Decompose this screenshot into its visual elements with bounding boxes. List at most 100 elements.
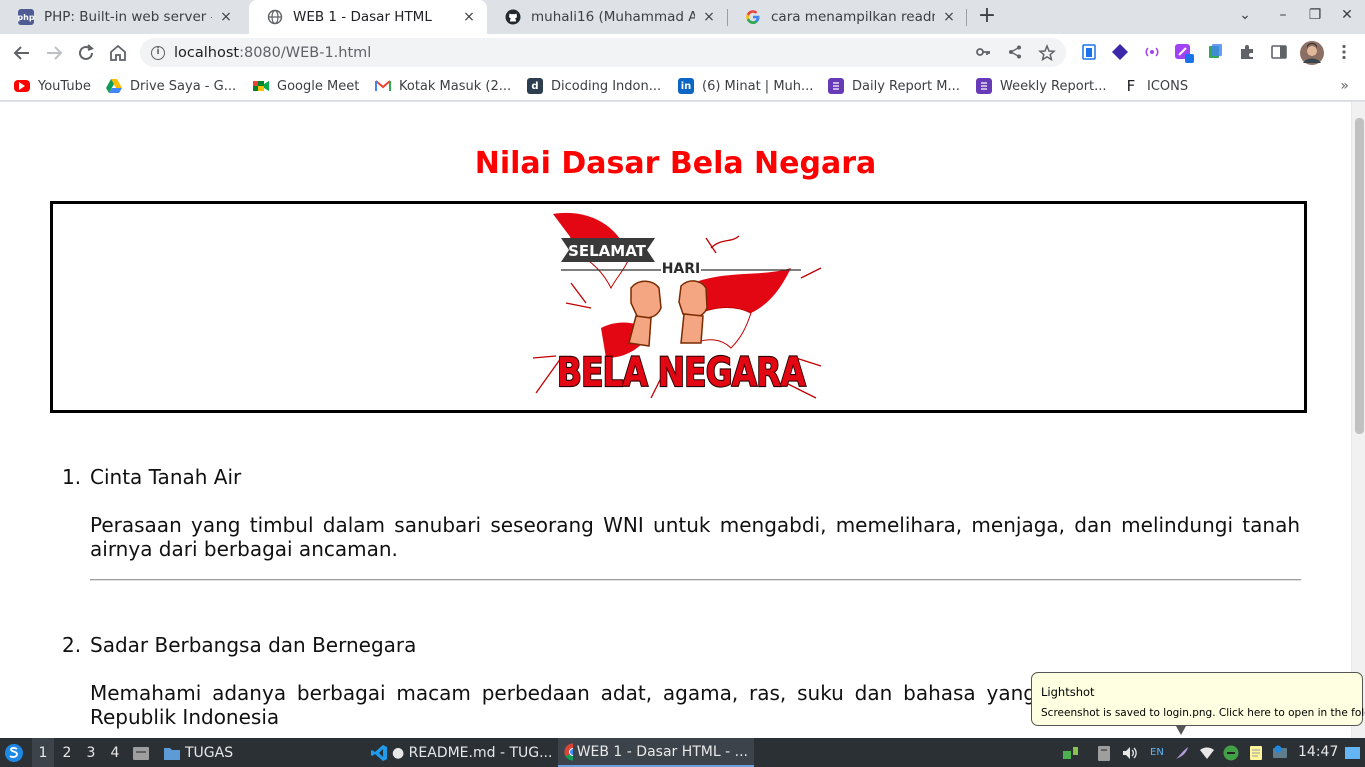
youtube-icon xyxy=(14,80,30,92)
bookmark-drive[interactable]: Drive Saya - G... xyxy=(106,77,236,95)
forward-icon[interactable] xyxy=(42,41,66,65)
side-panel-icon[interactable] xyxy=(1270,43,1288,61)
google-icon xyxy=(745,9,761,25)
chevron-right-icon[interactable]: » xyxy=(1340,78,1349,94)
key-icon[interactable] xyxy=(974,44,992,62)
close-icon[interactable]: × xyxy=(701,9,717,25)
extension-docs-icon[interactable] xyxy=(1080,43,1098,61)
file-manager-icon[interactable] xyxy=(132,738,150,767)
lightshot-notification[interactable]: Lightshot Screenshot is saved to login.p… xyxy=(1031,672,1365,726)
tab-title: muhali16 (Muhammad Ali R xyxy=(531,9,695,25)
taskbar: 1 2 3 4 TUGAS ● README.md - TUG... WEB 1… xyxy=(0,738,1365,767)
close-icon[interactable]: × xyxy=(941,9,957,25)
gmail-icon xyxy=(375,78,391,94)
bookmark-youtube[interactable]: YouTube xyxy=(14,77,91,95)
list-heading: Cinta Tanah Air xyxy=(90,465,242,489)
bookmarks-bar: YouTube Drive Saya - G... Google Meet Ko… xyxy=(0,71,1365,101)
tab-title: cara menampilkan readme xyxy=(771,9,935,25)
wifi-icon[interactable] xyxy=(1199,745,1215,761)
url-path: :8080/WEB-1.html xyxy=(239,44,372,61)
keyboard-layout-indicator[interactable]: EN xyxy=(1150,738,1164,767)
feather-icon[interactable] xyxy=(1174,745,1190,761)
drive-icon xyxy=(106,78,122,94)
bookmark-dicoding[interactable]: d Dicoding Indon... xyxy=(527,77,661,95)
forms-icon xyxy=(828,78,844,94)
show-desktop-icon[interactable] xyxy=(1344,745,1360,761)
workspace-3[interactable]: 3 xyxy=(80,738,102,767)
vscode-task[interactable]: ● README.md - TUG... xyxy=(364,738,558,767)
chrome-task[interactable]: WEB 1 - Dasar HTML - ... xyxy=(558,738,754,767)
bela-negara-banner-image: SELAMAT HARI BELA NEGARA xyxy=(532,212,822,399)
task-label: TUGAS xyxy=(185,744,234,761)
back-icon[interactable] xyxy=(10,41,34,65)
bookmark-daily-report[interactable]: Daily Report M... xyxy=(828,77,960,95)
tab-php[interactable]: php PHP: Built-in web server - M × xyxy=(0,0,244,34)
workspace-2[interactable]: 2 xyxy=(56,738,78,767)
window-close-icon[interactable]: ✕ xyxy=(1337,7,1357,23)
start-menu-icon[interactable] xyxy=(4,738,26,767)
banner-text-bela-negara: BELA NEGARA xyxy=(557,350,806,396)
banner-text-hari: HARI xyxy=(662,261,701,277)
github-icon xyxy=(505,9,521,25)
avatar[interactable] xyxy=(1300,41,1324,65)
bookmark-label: Daily Report M... xyxy=(852,78,960,94)
extension-diamond-icon[interactable] xyxy=(1111,43,1129,61)
notification-message[interactable]: Screenshot is saved to login.png. Click … xyxy=(1041,707,1365,719)
tab-google[interactable]: cara menampilkan readme × xyxy=(727,0,967,34)
page-viewport: Nilai Dasar Bela Negara SELAMAT HARI BEL… xyxy=(0,102,1351,738)
notes-icon[interactable] xyxy=(1248,745,1264,761)
clock[interactable]: 14:47 xyxy=(1298,738,1338,767)
extension-pen-icon[interactable] xyxy=(1174,43,1194,63)
restore-icon[interactable]: ❐ xyxy=(1305,7,1325,23)
address-bar[interactable]: i localhost:8080/WEB-1.html xyxy=(140,38,1066,67)
task-label: ● README.md - TUG... xyxy=(392,744,553,761)
tab-web1[interactable]: WEB 1 - Dasar HTML × xyxy=(249,0,487,34)
forms-icon xyxy=(976,78,992,94)
extension-copy-icon[interactable] xyxy=(1206,43,1224,61)
bookmark-label: YouTube xyxy=(38,78,91,94)
folder-tugas-task[interactable]: TUGAS xyxy=(163,738,233,767)
menu-dots-icon[interactable] xyxy=(1335,43,1353,61)
banner-image-frame: SELAMAT HARI BELA NEGARA xyxy=(50,201,1307,413)
tab-separator xyxy=(727,9,728,26)
browser-toolbar: i localhost:8080/WEB-1.html xyxy=(0,34,1365,71)
extensions-puzzle-icon[interactable] xyxy=(1238,43,1256,61)
bookmark-weekly-report[interactable]: Weekly Report... xyxy=(976,77,1107,95)
tab-title: WEB 1 - Dasar HTML xyxy=(293,9,432,25)
tab-search-icon[interactable]: ⌄ xyxy=(1235,7,1255,23)
vscode-icon xyxy=(371,744,387,761)
update-notifier-icon[interactable] xyxy=(1272,745,1288,761)
bookmark-star-icon[interactable] xyxy=(1038,43,1056,62)
scrollbar-thumb[interactable] xyxy=(1355,118,1364,434)
banner-text-selamat: SELAMAT xyxy=(568,242,647,260)
close-icon[interactable]: × xyxy=(218,9,234,25)
tab-strip: php PHP: Built-in web server - M × WEB 1… xyxy=(0,0,1365,34)
workspace-1[interactable]: 1 xyxy=(32,738,54,767)
vpn-icon[interactable] xyxy=(1223,745,1239,761)
page-scrollbar[interactable] xyxy=(1351,102,1365,738)
font-icon: F xyxy=(1126,77,1136,95)
clipboard-icon[interactable] xyxy=(1096,745,1112,761)
close-icon[interactable]: × xyxy=(461,9,477,25)
network-manager-icon[interactable] xyxy=(1062,745,1078,761)
reload-icon[interactable] xyxy=(74,41,98,65)
bookmark-gmail[interactable]: Kotak Masuk (2... xyxy=(375,77,511,95)
extension-radio-icon[interactable] xyxy=(1143,43,1161,61)
tab-separator xyxy=(966,9,967,26)
url-host: localhost xyxy=(174,44,240,61)
minimize-icon[interactable]: – xyxy=(1273,7,1293,23)
site-info-icon[interactable]: i xyxy=(151,45,165,60)
bookmark-icons[interactable]: F ICONS xyxy=(1123,77,1188,95)
volume-icon[interactable] xyxy=(1121,745,1137,761)
tab-github[interactable]: muhali16 (Muhammad Ali R × xyxy=(487,0,727,34)
home-icon[interactable] xyxy=(106,41,130,65)
bookmark-meet[interactable]: Google Meet xyxy=(253,77,359,95)
share-icon[interactable] xyxy=(1006,44,1024,62)
page-title: Nilai Dasar Bela Negara xyxy=(474,146,877,181)
workspace-4[interactable]: 4 xyxy=(104,738,126,767)
bookmark-label: Weekly Report... xyxy=(1000,78,1107,94)
new-tab-button[interactable]: + xyxy=(976,5,998,27)
bookmark-linkedin[interactable]: in (6) Minat | Muh... xyxy=(678,77,813,95)
url-text[interactable]: localhost:8080/WEB-1.html xyxy=(174,45,371,61)
meet-icon xyxy=(253,78,269,94)
